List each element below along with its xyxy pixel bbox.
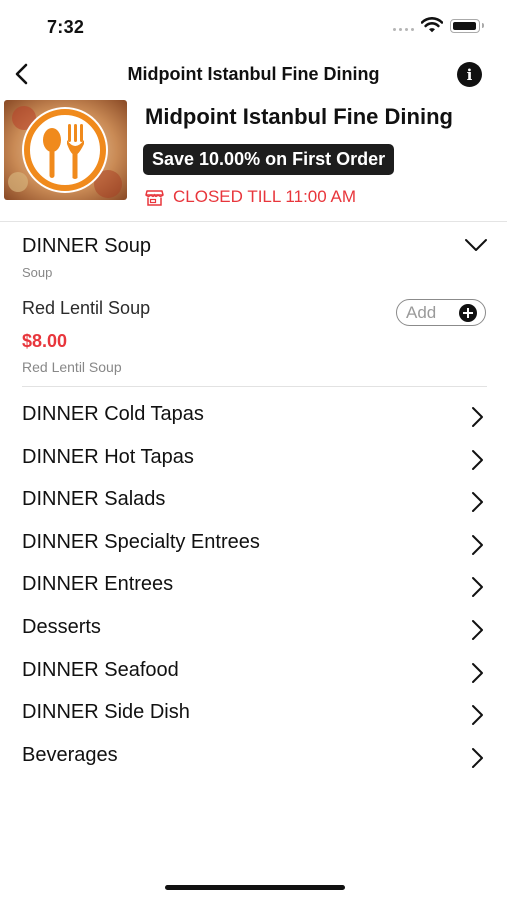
category-list: DINNER Cold Tapas DINNER Hot Tapas DINNE… [0,395,507,778]
category-row[interactable]: DINNER Specialty Entrees [0,523,507,566]
home-indicator[interactable] [165,885,345,890]
nav-title: Midpoint Istanbul Fine Dining [127,64,380,84]
menu-item[interactable]: Red Lentil Soup Add $8.00 Red Lentil Sou… [0,288,507,388]
promo-badge: Save 10.00% on First Order [143,144,395,175]
battery-icon [450,19,484,33]
chevron-right-icon [472,534,483,555]
divider [22,386,487,387]
category-label: DINNER Cold Tapas [22,403,204,425]
category-label: Beverages [22,743,118,766]
category-row[interactable]: DINNER Entrees [0,565,507,608]
item-name: Red Lentil Soup [22,298,151,318]
nav-bar: Midpoint Istanbul Fine Dining i [0,52,507,96]
info-icon: i [466,65,473,84]
chevron-right-icon [472,449,483,470]
category-row[interactable]: DINNER Cold Tapas [0,395,507,438]
status-bar: 7:32 [0,0,507,52]
category-label: Desserts [22,615,101,638]
category-row[interactable]: Desserts [0,608,507,651]
add-button[interactable]: Add [396,299,486,326]
status-time: 7:32 [47,17,85,37]
category-row[interactable]: DINNER Hot Tapas [0,438,507,481]
category-row[interactable]: DINNER Salads [0,480,507,523]
category-subtitle: Soup [22,265,53,280]
category-row[interactable]: Beverages [0,736,507,779]
restaurant-header: Midpoint Istanbul Fine Dining Save 10.00… [0,96,507,222]
add-label: Add [406,303,437,322]
category-label: DINNER Salads [22,488,166,511]
chevron-right-icon [472,577,483,598]
signal-icon [393,28,414,31]
chevron-down-icon[interactable] [464,238,488,252]
category-label: DINNER Side Dish [22,701,190,724]
category-label: DINNER Hot Tapas [22,445,194,468]
category-label: DINNER Specialty Entrees [22,530,260,553]
category-row[interactable]: DINNER Seafood [0,651,507,694]
chevron-right-icon [472,662,483,683]
category-title: DINNER Soup [22,235,151,257]
restaurant-logo [4,100,127,200]
chevron-right-icon [472,407,483,427]
status-text: CLOSED TILL 11:00 AM [173,187,356,206]
wifi-icon [421,17,443,33]
item-price: $8.00 [22,331,68,351]
store-icon [145,189,164,206]
item-description: Red Lentil Soup [22,359,122,375]
chevron-right-icon [472,705,483,726]
category-dinner-soup[interactable]: DINNER Soup Soup [0,222,507,288]
open-status: CLOSED TILL 11:00 AM [145,187,356,207]
restaurant-name: Midpoint Istanbul Fine Dining [145,104,453,129]
category-row[interactable]: DINNER Side Dish [0,693,507,736]
chevron-right-icon [472,492,483,513]
category-label: DINNER Seafood [22,658,179,681]
plus-icon [459,304,477,322]
category-label: DINNER Entrees [22,573,174,596]
info-button[interactable]: i [457,62,482,87]
chevron-right-icon [472,747,483,768]
chevron-right-icon [472,619,483,640]
